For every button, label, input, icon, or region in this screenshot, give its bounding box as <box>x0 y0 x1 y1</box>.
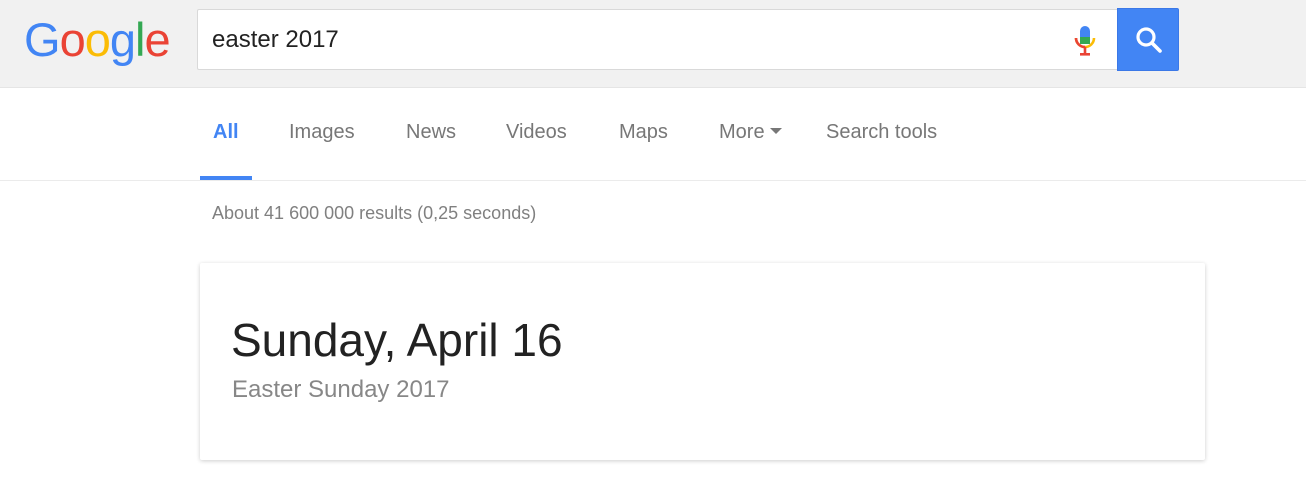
search-button[interactable] <box>1117 8 1179 71</box>
tab-images[interactable]: Images <box>289 89 355 180</box>
caret-down-icon <box>769 127 782 134</box>
tab-maps[interactable]: Maps <box>619 89 668 180</box>
tab-more[interactable]: More <box>719 89 782 180</box>
logo-letter: e <box>144 13 170 66</box>
search-tabs: All Images News Videos Maps More Search … <box>0 89 1306 181</box>
logo-letter: o <box>84 13 111 66</box>
tab-news[interactable]: News <box>406 89 456 180</box>
active-tab-indicator <box>200 176 252 180</box>
search-input[interactable] <box>212 10 1052 69</box>
answer-date: Sunday, April 16 <box>231 314 563 366</box>
magnifier-icon <box>1136 27 1162 53</box>
search-box <box>197 9 1118 70</box>
microphone-icon[interactable] <box>1071 24 1099 58</box>
tab-search-tools[interactable]: Search tools <box>826 89 937 180</box>
header-bar: Google <box>0 0 1306 88</box>
logo-letter: g <box>109 13 136 66</box>
logo-letter: o <box>59 13 86 66</box>
tab-videos[interactable]: Videos <box>506 89 567 180</box>
result-stats: About 41 600 000 results (0,25 seconds) <box>212 203 537 223</box>
logo-letter: G <box>24 13 61 66</box>
google-logo[interactable]: Google <box>24 13 171 66</box>
tab-more-label: More <box>719 121 765 143</box>
tab-all[interactable]: All <box>213 89 239 180</box>
answer-subtitle: Easter Sunday 2017 <box>232 376 450 403</box>
answer-card: Sunday, April 16 Easter Sunday 2017 <box>200 263 1205 460</box>
